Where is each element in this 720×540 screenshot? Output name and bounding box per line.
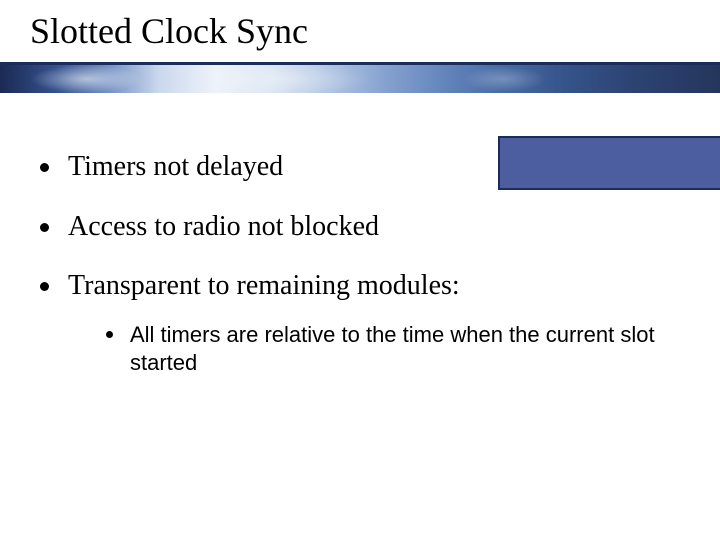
bullet-list: Timers not delayed Access to radio not b… — [34, 150, 720, 403]
sub-bullet-text: All timers are relative to the time when… — [130, 322, 655, 375]
bullet-text: Access to radio not blocked — [68, 211, 379, 242]
bullet-text: Timers not delayed — [68, 151, 283, 182]
sub-bullet-item: All timers are relative to the time when… — [102, 321, 720, 377]
slide-title: Slotted Clock Sync — [30, 10, 308, 52]
slide: Slotted Clock Sync Timers not delayed Ac… — [0, 0, 720, 540]
bullet-item: Transparent to remaining modules: All ti… — [34, 269, 720, 377]
bullet-item: Timers not delayed — [34, 150, 720, 184]
header-banner — [0, 65, 720, 93]
sub-bullet-list: All timers are relative to the time when… — [68, 321, 720, 377]
bullet-item: Access to radio not blocked — [34, 210, 720, 244]
bullet-text: Transparent to remaining modules: — [68, 270, 460, 301]
